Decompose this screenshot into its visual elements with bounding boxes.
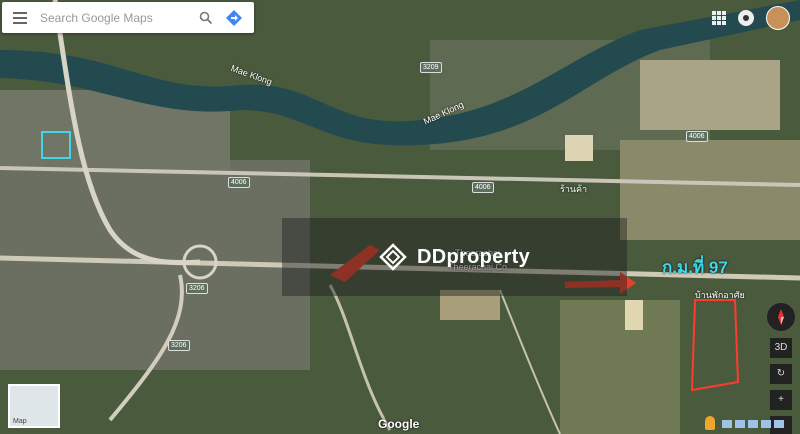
search-input[interactable] xyxy=(38,9,192,26)
notifications-icon[interactable] xyxy=(738,10,754,26)
place-label: ร้านค้า xyxy=(560,184,588,194)
pegman-icon[interactable] xyxy=(705,416,715,430)
search-box xyxy=(2,2,254,33)
google-logo: Google xyxy=(378,417,420,431)
search-icon[interactable] xyxy=(192,2,220,33)
satellite-map[interactable]: Mae Klong Mae Klong Theerachai Theeracha… xyxy=(0,0,800,434)
compass-icon[interactable] xyxy=(766,302,796,332)
satellite-imagery xyxy=(0,0,800,434)
ddproperty-logo-icon xyxy=(379,243,407,271)
road-shield: 4006 xyxy=(472,182,494,193)
road-shield: 4006 xyxy=(228,177,250,188)
map-view-toggle[interactable]: Map xyxy=(8,384,60,428)
toggle-3d-button[interactable]: 3D xyxy=(770,338,792,358)
map-controls: 3D ↻ + − xyxy=(766,302,796,434)
road-shield: 3209 xyxy=(420,62,442,73)
apps-grid-icon[interactable] xyxy=(712,11,726,25)
road-shield: 3206 xyxy=(168,340,190,351)
km-marker-label: ก.ม.ที่ 97 xyxy=(662,258,728,277)
road-shield: 3206 xyxy=(186,283,208,294)
road-shield: 4006 xyxy=(686,131,708,142)
watermark-brand: DDproperty xyxy=(416,245,530,268)
imagery-strip xyxy=(722,420,792,430)
menu-icon[interactable] xyxy=(2,2,38,33)
directions-icon[interactable] xyxy=(220,2,248,33)
place-label: บ้านพักอาศัย xyxy=(695,290,745,300)
zoom-in-button[interactable]: + xyxy=(770,390,792,410)
map-thumb-label: Map xyxy=(13,418,27,425)
rotate-icon[interactable]: ↻ xyxy=(770,364,792,384)
avatar[interactable] xyxy=(766,6,790,30)
account-controls xyxy=(712,6,790,30)
watermark: DDproperty xyxy=(282,218,627,296)
